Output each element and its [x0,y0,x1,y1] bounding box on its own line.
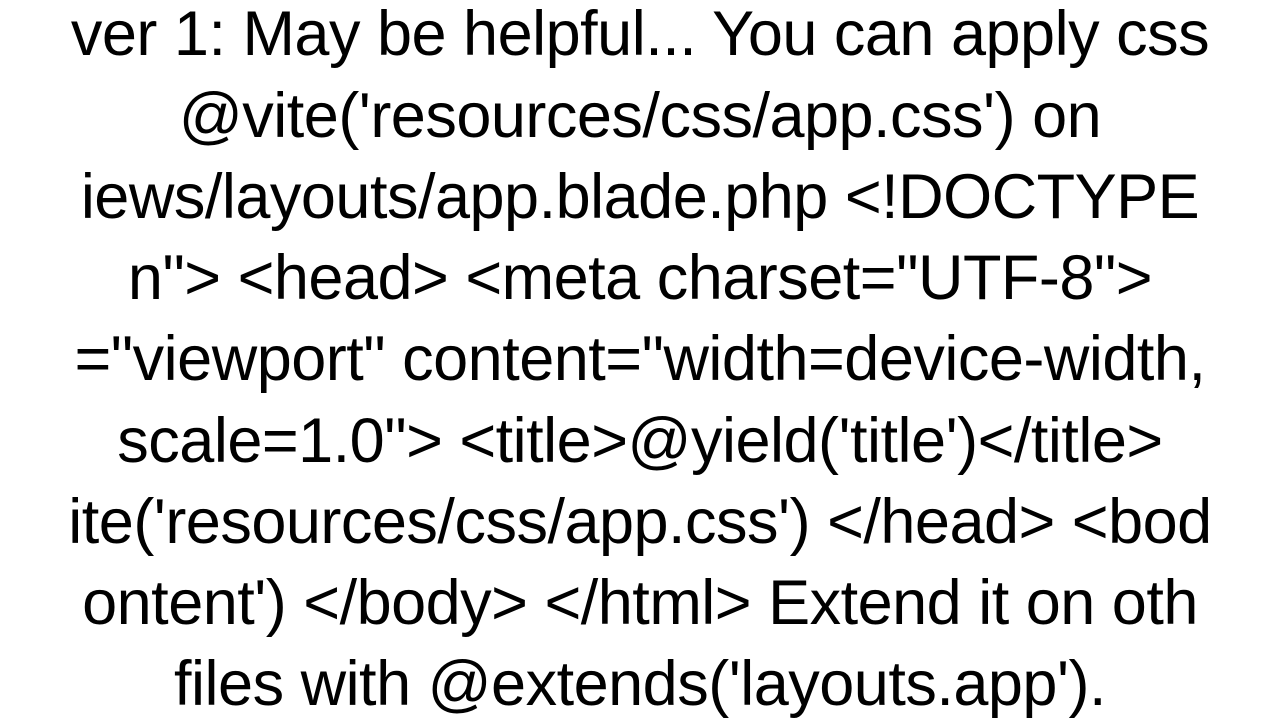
text-line-9: files with @extends('layouts.app'). [68,644,1211,725]
text-block: ver 1: May be helpful... You can apply c… [68,0,1211,726]
text-line-4: n"> <head> <meta charset="UTF-8"> [68,238,1211,319]
text-line-5: ="viewport" content="width=device-width, [68,319,1211,400]
text-line-1: ver 1: May be helpful... You can apply c… [68,0,1211,76]
text-line-3: iews/layouts/app.blade.php <!DOCTYPE [68,157,1211,238]
text-line-6: scale=1.0"> <title>@yield('title')</titl… [68,401,1211,482]
text-line-2: @vite('resources/css/app.css') on [68,76,1211,157]
text-line-7: ite('resources/css/app.css') </head> <bo… [68,482,1211,563]
text-line-8: ontent') </body> </html> Extend it on ot… [68,563,1211,644]
